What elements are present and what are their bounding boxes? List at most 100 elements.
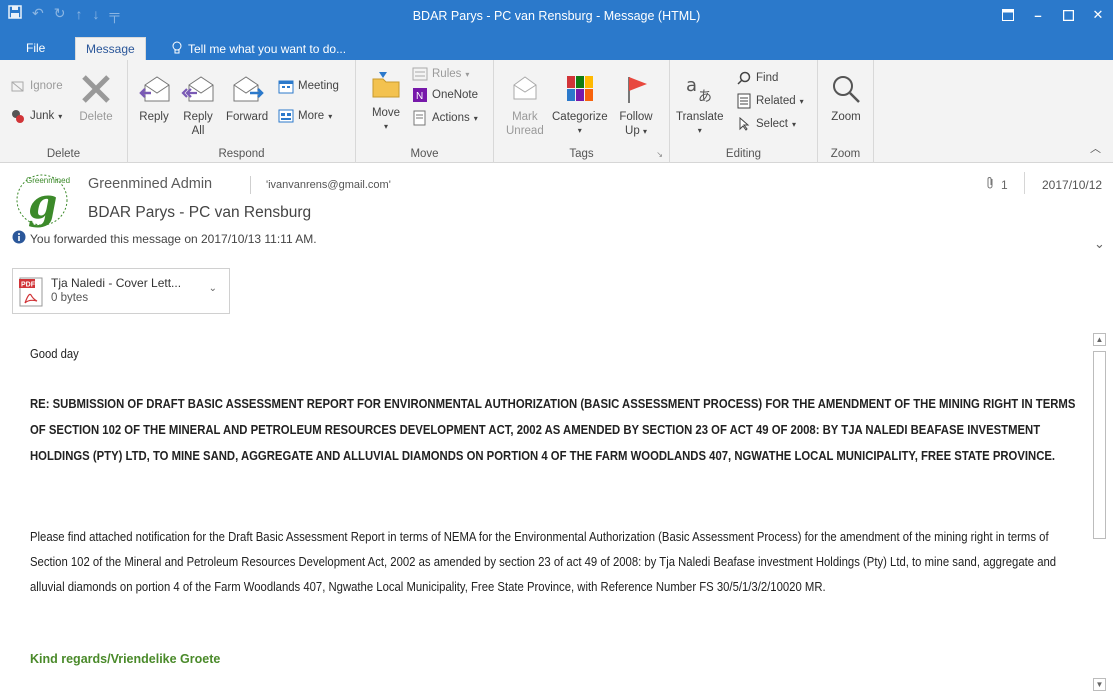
svg-text:PDF: PDF [21,282,36,289]
editing-group-label: Editing [725,148,762,160]
find-button[interactable]: Find [736,70,778,86]
message-header: g Greenmined Greenmined Admin 'ivanvanre… [0,164,1113,264]
ignore-icon [10,78,26,94]
scroll-up-icon[interactable]: ▲ [1093,333,1106,346]
respond-group: Reply Reply All Forward Meeting More ▾ R… [128,60,356,163]
chevron-down-icon: ▾ [799,96,804,106]
meeting-icon [278,78,294,94]
dialog-launcher-icon[interactable]: ↘ [656,150,663,159]
maximize-button[interactable] [1053,0,1083,30]
onenote-icon: N [412,87,428,103]
rules-icon [412,66,428,82]
pdf-icon: PDF [19,277,43,307]
rules-button[interactable]: Rules ▾ [412,66,469,82]
more-icon [278,108,294,124]
delete-button[interactable]: Delete [78,72,114,124]
window-controls: – ✕ [993,0,1113,30]
attachment-size: 0 bytes [51,292,89,304]
delete-group: Ignore Junk ▾ Delete Delete [0,60,128,163]
move-button[interactable]: Move ▾ [368,68,404,134]
sender-name[interactable]: Greenmined Admin [88,176,212,192]
ribbon-display-options-icon[interactable] [993,0,1023,30]
folder-move-icon [368,68,404,102]
expand-header-icon[interactable]: ⌄ [1094,236,1105,252]
related-button[interactable]: Related ▾ [736,93,804,109]
ribbon: Ignore Junk ▾ Delete Delete Reply Reply … [0,60,1113,163]
lightbulb-icon [172,41,182,57]
onenote-button[interactable]: N OneNote [412,87,478,103]
chevron-down-icon: ▾ [465,69,470,79]
tell-me-box[interactable]: Tell me what you want to do... [172,41,346,57]
follow-up-button[interactable]: Follow Up ▾ [618,72,654,139]
reply-all-icon [180,72,216,106]
zoom-group-label: Zoom [830,148,861,160]
flag-icon [618,72,654,106]
chevron-down-icon: ▾ [328,111,333,121]
re-heading: RE: SUBMISSION OF DRAFT BASIC ASSESSMENT… [30,397,1076,463]
translate-button[interactable]: aあ Translate ▾ [676,72,724,138]
chevron-down-icon: ▾ [642,127,647,136]
reply-all-button[interactable]: Reply All [180,72,216,138]
recipient[interactable]: 'ivanvanrens@gmail.com' [266,179,391,191]
scroll-down-icon[interactable]: ▼ [1093,678,1106,691]
tab-file[interactable]: File [16,37,55,60]
svg-text:Greenmined: Greenmined [26,176,70,185]
chevron-down-icon: ▾ [577,126,582,135]
scroll-thumb[interactable] [1093,351,1106,539]
chevron-down-icon: ▾ [58,111,63,121]
header-divider-right [1024,172,1025,194]
actions-button[interactable]: Actions ▾ [412,110,478,126]
cursor-arrow-icon [736,116,752,132]
collapse-ribbon-icon[interactable]: ︿ [1090,140,1101,156]
delete-icon [78,72,114,106]
actions-icon [412,110,428,126]
junk-button[interactable]: Junk ▾ [10,108,62,124]
search-icon [736,70,752,86]
message-subject: BDAR Parys - PC van Rensburg [88,204,312,221]
chevron-down-icon: ▾ [473,113,478,123]
minimize-button[interactable]: – [1023,0,1053,30]
tell-me-text: Tell me what you want to do... [188,42,347,56]
translate-icon: aあ [682,72,718,106]
attachment-name: Tja Naledi - Cover Lett... [51,276,182,290]
message-date: 2017/10/12 [1042,178,1103,192]
reply-button[interactable]: Reply [136,72,172,124]
close-button[interactable]: ✕ [1083,0,1113,30]
window-title: BDAR Parys - PC van Rensburg - Message (… [412,9,701,23]
chevron-down-icon: ▾ [383,122,388,131]
categorize-button[interactable]: Categorize ▾ [552,72,608,138]
reply-icon [136,72,172,106]
svg-text:a: a [686,75,697,96]
tags-group: Mark Unread Categorize ▾ Follow Up ▾ Tag… [494,60,670,163]
attachment-count[interactable]: 1 [985,176,1008,193]
zoom-button[interactable]: Zoom [828,72,864,124]
meeting-button[interactable]: Meeting [278,78,339,94]
more-respond-button[interactable]: More ▾ [278,108,332,124]
ignore-button[interactable]: Ignore [10,78,63,94]
attachment-dropdown-icon[interactable]: ⌄ [209,283,217,294]
header-divider [250,176,251,194]
delete-group-label: Delete [46,148,81,160]
mark-unread-button[interactable]: Mark Unread [506,72,544,138]
tab-message[interactable]: Message [75,37,146,60]
greeting: Good day [30,347,79,361]
move-group-label: Move [410,148,439,160]
respond-group-label: Respond [218,148,265,160]
svg-text:N: N [416,91,423,102]
tags-group-label: Tags [569,148,594,160]
select-button[interactable]: Select ▾ [736,116,796,132]
mark-unread-icon [507,72,543,106]
paperclip-icon [985,176,995,193]
editing-group: aあ Translate ▾ Find Related ▾ Select ▾ E… [670,60,818,163]
attachment-item[interactable]: PDF Tja Naledi - Cover Lett... 0 bytes ⌄ [12,268,230,314]
signoff: Kind regards/Vriendelike Groete [30,652,221,666]
body-paragraph: Please find attached notification for th… [30,530,1057,594]
svg-text:あ: あ [698,89,712,105]
info-icon [12,230,26,247]
junk-icon [10,108,26,124]
forward-button[interactable]: Forward [226,72,268,124]
vertical-scrollbar[interactable]: ▲ ▼ [1092,333,1108,691]
chevron-down-icon: ▾ [791,119,796,129]
categorize-icon [562,72,598,106]
forward-icon [229,72,265,106]
